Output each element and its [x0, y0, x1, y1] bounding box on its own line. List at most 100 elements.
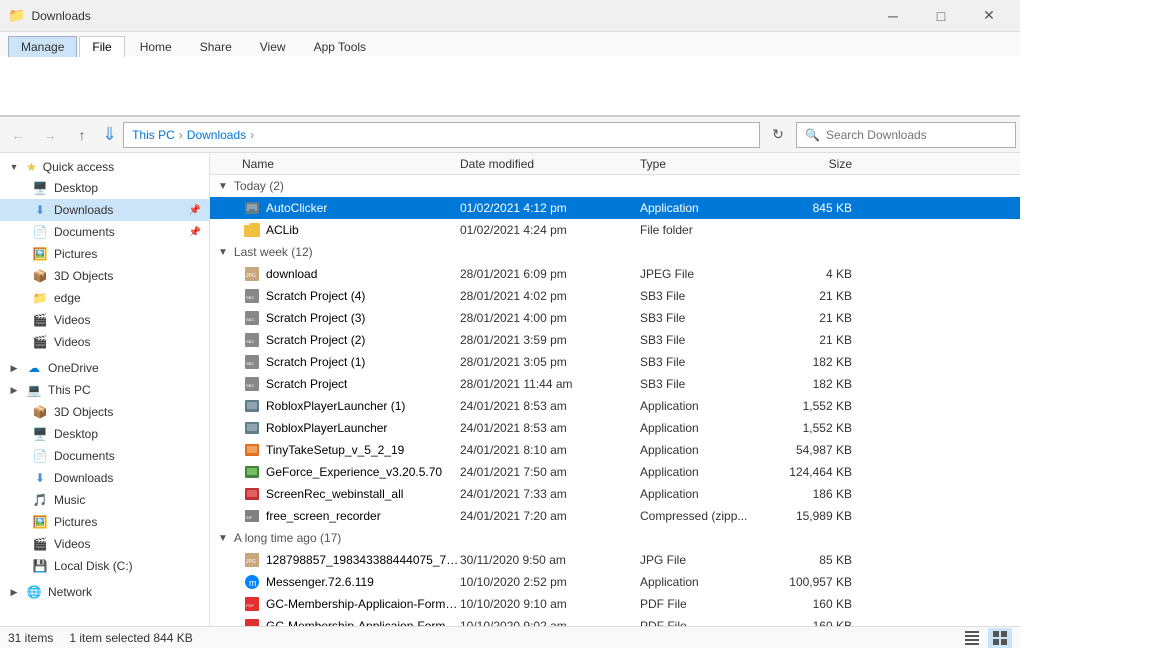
breadcrumb[interactable]: This PC › Downloads ›	[123, 122, 760, 148]
file-type: JPG File	[640, 553, 780, 567]
col-header-type[interactable]: Type	[640, 157, 780, 171]
up-button[interactable]: ↑	[68, 121, 96, 149]
table-row[interactable]: SB3 Scratch Project (3) 28/01/2021 4:00 …	[210, 307, 1020, 329]
sidebar-videos2-label: Videos	[54, 335, 90, 349]
table-row[interactable]: TinyTakeSetup_v_5_2_19 24/01/2021 8:10 a…	[210, 439, 1020, 461]
sidebar-onedrive[interactable]: ▶ ☁ OneDrive	[0, 357, 209, 379]
tab-file[interactable]: File	[79, 36, 124, 57]
sidebar-pc-desktop[interactable]: 🖥️ Desktop	[0, 423, 209, 445]
table-row[interactable]: PDF GC-Membership-Applicaion-Form 10/10/…	[210, 615, 1020, 626]
file-name: Scratch Project (2)	[266, 333, 365, 347]
sidebar-network[interactable]: ▶ 🌐 Network	[0, 581, 209, 603]
tab-view[interactable]: View	[247, 36, 299, 57]
table-row[interactable]: SB3 Scratch Project (1) 28/01/2021 3:05 …	[210, 351, 1020, 373]
minimize-button[interactable]: ─	[870, 0, 916, 32]
group-long-ago[interactable]: ▼ A long time ago (17)	[210, 527, 1020, 549]
sidebar-quick-access[interactable]: ▼ ★ Quick access	[0, 157, 209, 177]
sidebar-item-edge[interactable]: 📁 edge	[0, 287, 209, 309]
group-last-week[interactable]: ▼ Last week (12)	[210, 241, 1020, 263]
sidebar-pc-music[interactable]: 🎵 Music	[0, 489, 209, 511]
tab-share[interactable]: Share	[187, 36, 245, 57]
breadcrumb-sep1: ›	[179, 128, 183, 142]
table-row[interactable]: SB3 Scratch Project (2) 28/01/2021 3:59 …	[210, 329, 1020, 351]
table-row[interactable]: RobloxPlayerLauncher (1) 24/01/2021 8:53…	[210, 395, 1020, 417]
sidebar-documents-label: Documents	[54, 225, 115, 239]
breadcrumb-sep2: ›	[250, 128, 254, 142]
close-button[interactable]: ✕	[966, 0, 1012, 32]
table-row[interactable]: SB3 Scratch Project 28/01/2021 11:44 am …	[210, 373, 1020, 395]
back-button[interactable]: ←	[4, 121, 32, 149]
ribbon: Manage File Home Share View App Tools	[0, 32, 1020, 117]
sidebar-pc-videos[interactable]: 🎬 Videos	[0, 533, 209, 555]
ribbon-content	[0, 56, 1020, 116]
sidebar-local-disk[interactable]: 💾 Local Disk (C:)	[0, 555, 209, 577]
file-date: 24/01/2021 8:53 am	[460, 421, 640, 435]
pc-dl-icon: ⬇	[32, 470, 48, 486]
file-size: 21 KB	[780, 289, 860, 303]
tab-apptools[interactable]: App Tools	[301, 36, 379, 57]
table-row[interactable]: JPG 128798857_198343388444075_7514284742…	[210, 549, 1020, 571]
sidebar-item-videos2[interactable]: 🎬 Videos	[0, 331, 209, 353]
today-chevron: ▼	[218, 181, 228, 192]
sidebar-this-pc[interactable]: ▶ 💻 This PC	[0, 379, 209, 401]
col-header-date[interactable]: Date modified	[460, 157, 640, 171]
sidebar-item-3dobjects[interactable]: 📦 3D Objects	[0, 265, 209, 287]
sidebar-pc-pictures[interactable]: 🖼️ Pictures	[0, 511, 209, 533]
scratch0-icon: SB3	[242, 376, 262, 392]
sidebar-item-videos[interactable]: 🎬 Videos	[0, 309, 209, 331]
table-row[interactable]: ZIP free_screen_recorder 24/01/2021 7:20…	[210, 505, 1020, 527]
autoclicker-icon	[242, 200, 262, 216]
table-row[interactable]: AutoClicker 01/02/2021 4:12 pm Applicati…	[210, 197, 1020, 219]
col-header-size[interactable]: Size	[780, 157, 860, 171]
maximize-button[interactable]: □	[918, 0, 964, 32]
refresh-button[interactable]: ↻	[764, 121, 792, 149]
table-row[interactable]: ScreenRec_webinstall_all 24/01/2021 7:33…	[210, 483, 1020, 505]
sidebar-item-documents[interactable]: 📄 Documents 📌	[0, 221, 209, 243]
tab-home[interactable]: Home	[127, 36, 185, 57]
sidebar-pc-downloads[interactable]: ⬇ Downloads	[0, 467, 209, 489]
file-type: File folder	[640, 223, 780, 237]
file-name: Scratch Project (3)	[266, 311, 365, 325]
doc-pin-icon: 📌	[189, 227, 201, 238]
col-header-name[interactable]: Name	[210, 157, 460, 171]
tab-manage[interactable]: Manage	[8, 36, 77, 57]
sidebar-3dobjects-label: 3D Objects	[54, 269, 113, 283]
svg-text:SB3: SB3	[246, 361, 254, 366]
sidebar-item-desktop[interactable]: 🖥️ Desktop	[0, 177, 209, 199]
file-size: 160 KB	[780, 597, 860, 611]
desktop-icon: 🖥️	[32, 180, 48, 196]
sidebar-pc-documents[interactable]: 📄 Documents	[0, 445, 209, 467]
sidebar-item-pictures[interactable]: 🖼️ Pictures	[0, 243, 209, 265]
group-today[interactable]: ▼ Today (2)	[210, 175, 1020, 197]
app-icon: 📁	[8, 7, 25, 24]
scratch4-icon: SB3	[242, 288, 262, 304]
table-row[interactable]: GeForce_Experience_v3.20.5.70 24/01/2021…	[210, 461, 1020, 483]
download-jpeg-icon: JPG	[242, 266, 262, 282]
sidebar-3d-objects[interactable]: 📦 3D Objects	[0, 401, 209, 423]
pc-desktop-label: Desktop	[54, 427, 98, 441]
search-icon: 🔍	[805, 128, 820, 142]
large-icons-view-button[interactable]	[988, 628, 1012, 648]
svg-text:JPG: JPG	[246, 273, 256, 279]
pc-desktop-icon: 🖥️	[32, 426, 48, 442]
file-date: 01/02/2021 4:12 pm	[460, 201, 640, 215]
search-input[interactable]	[826, 128, 1007, 142]
file-type: SB3 File	[640, 333, 780, 347]
table-row[interactable]: PDF GC-Membership-Applicaion-Form (1) 10…	[210, 593, 1020, 615]
table-row[interactable]: JPG download 28/01/2021 6:09 pm JPEG Fil…	[210, 263, 1020, 285]
sidebar-item-downloads[interactable]: ⬇ Downloads 📌	[0, 199, 209, 221]
file-date: 24/01/2021 8:53 am	[460, 399, 640, 413]
svg-text:PDF: PDF	[246, 625, 255, 627]
file-type: SB3 File	[640, 311, 780, 325]
breadcrumb-thispc[interactable]: This PC	[132, 128, 175, 142]
table-row[interactable]: RobloxPlayerLauncher 24/01/2021 8:53 am …	[210, 417, 1020, 439]
table-row[interactable]: SB3 Scratch Project (4) 28/01/2021 4:02 …	[210, 285, 1020, 307]
quick-access-chevron: ▼	[8, 161, 20, 173]
network-label: Network	[48, 585, 92, 599]
messenger-icon: m	[242, 574, 262, 590]
forward-button[interactable]: →	[36, 121, 64, 149]
breadcrumb-downloads[interactable]: Downloads	[187, 128, 246, 142]
table-row[interactable]: m Messenger.72.6.119 10/10/2020 2:52 pm …	[210, 571, 1020, 593]
details-view-button[interactable]	[960, 628, 984, 648]
table-row[interactable]: ACLib 01/02/2021 4:24 pm File folder	[210, 219, 1020, 241]
